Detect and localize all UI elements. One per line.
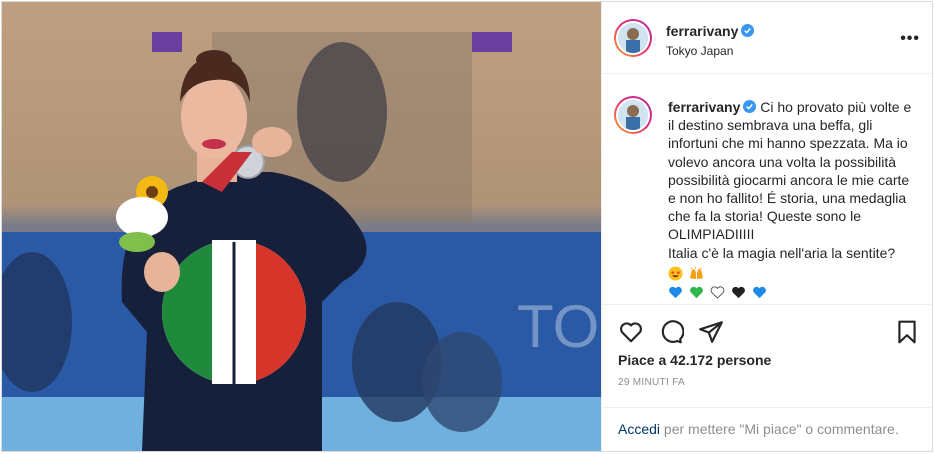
emoji-row-1 [668,263,918,281]
post-photo-image: TO [2,2,601,451]
caption-text-line: Ci ho provato più volte e [760,99,912,115]
caption-text-line: Italia c'è la magia nell'aria la sentite… [668,244,896,261]
emoji-row-2 [668,282,918,300]
share-icon[interactable] [698,319,724,345]
location-link[interactable]: Tokyo Japan [666,44,733,58]
black-heart-icon [731,285,746,300]
caption-username[interactable]: ferrarivany [668,99,740,115]
caption-text-line: che fa la storia! Queste sono le [668,208,861,225]
star-struck-face-icon [668,266,683,281]
caption-avatar[interactable] [614,96,652,134]
post-caption: ferrarivany Ci ho provato più volte e il… [668,98,918,300]
login-prompt: Accedi per mettere "Mi piace" o commenta… [602,407,932,451]
caption-verified-badge-icon [743,100,757,113]
username[interactable]: ferrarivany [666,23,738,39]
svg-text:TO: TO [517,293,599,360]
white-heart-icon [710,285,725,300]
caption-text-line: volevo ancora una volta la possibilità [668,153,897,170]
login-prompt-text: per mettere "Mi piace" o commentare. [660,421,899,437]
verified-badge-icon [741,24,755,37]
caption-text-line: il destino sembrava una beffa, gli [668,117,873,134]
caption-text-line: infortuni che mi hanno spezzata. Ma io [668,135,908,152]
post-header: ferrarivany Tokyo Japan ••• [602,2,932,74]
green-heart-icon [689,285,704,300]
more-options-icon[interactable]: ••• [900,30,920,48]
post-card: TO ferrarivany Tokyo Japan ••• ferrariva… [1,1,933,452]
avatar-image [618,23,648,53]
post-photo[interactable]: TO [2,2,601,451]
blue-heart-icon [752,285,767,300]
bookmark-icon[interactable] [894,319,920,345]
caption-text-line: possibilità giocarmi ancora le mie carte [668,171,910,188]
blue-heart-icon [668,285,683,300]
likes-count[interactable]: Piace a 42.172 persone [618,352,771,368]
post-timestamp[interactable]: 29 MINUTI FA [618,377,685,388]
caption-text-line: OLIMPIADIIIII [668,226,755,243]
comment-icon[interactable] [658,319,684,345]
raising-hands-icon [689,266,704,281]
avatar[interactable] [614,19,652,57]
login-link[interactable]: Accedi [618,421,660,437]
caption-text-line: e non ho fallito! É storia, una medaglia [668,190,907,207]
caption-avatar-image [618,100,648,130]
post-sidebar: ferrarivany Tokyo Japan ••• ferrarivany … [601,2,932,451]
heart-icon[interactable] [618,319,644,345]
